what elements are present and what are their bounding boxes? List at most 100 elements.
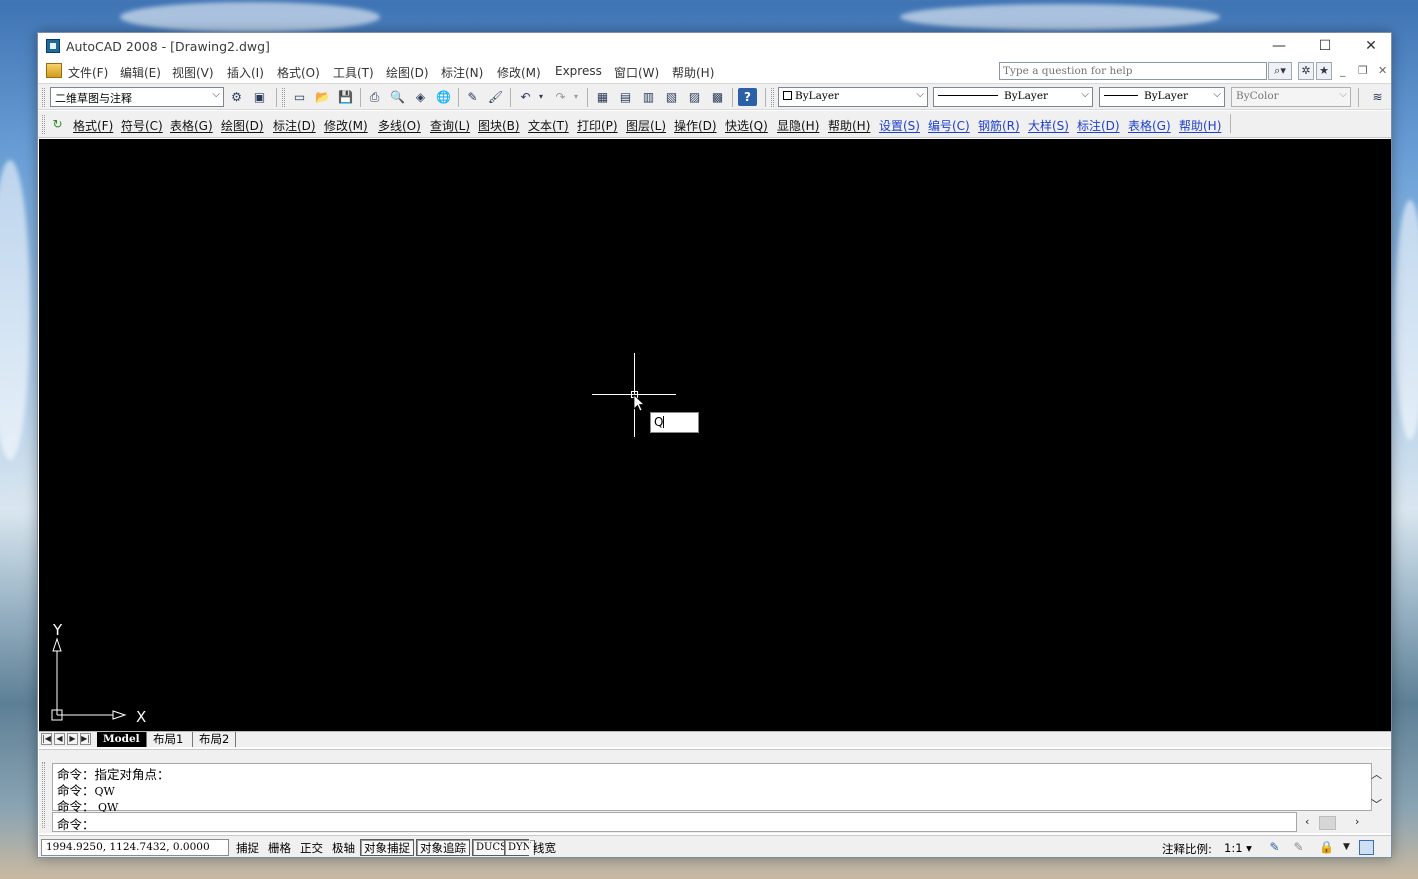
menu-view[interactable]: 视图(V) bbox=[172, 64, 214, 81]
command-window-grip[interactable] bbox=[42, 762, 45, 828]
doc-restore-button[interactable]: ❐ bbox=[1358, 64, 1368, 77]
command-input-row[interactable]: 命令： bbox=[52, 812, 1297, 832]
toggle-ortho[interactable]: 正交 bbox=[296, 839, 327, 856]
pencil-icon[interactable]: ✎ bbox=[463, 88, 482, 106]
scroll-down-icon[interactable]: ﹀ bbox=[1371, 796, 1382, 812]
plugin-menu-show-hide[interactable]: 显隐(H) bbox=[777, 117, 819, 134]
autocad-app-icon[interactable] bbox=[46, 39, 60, 53]
plugin-menu-help[interactable]: 帮助(H) bbox=[828, 117, 870, 134]
plugin-menu-settings[interactable]: 设置(S) bbox=[879, 117, 920, 134]
plugin-menu-rebar[interactable]: 钢筋(R) bbox=[978, 117, 1020, 134]
search-icon[interactable]: ⌕▾ bbox=[1268, 62, 1292, 80]
toolbar-grip[interactable] bbox=[282, 88, 285, 107]
redo-dropdown-icon[interactable]: ▾ bbox=[571, 88, 581, 106]
plugin-menu-detail[interactable]: 大样(S) bbox=[1028, 117, 1069, 134]
new-file-icon[interactable]: ▭ bbox=[290, 88, 309, 106]
linetype-select[interactable]: ByLayer ⌵ bbox=[933, 87, 1093, 107]
scroll-left-icon[interactable]: ‹ bbox=[1305, 815, 1309, 828]
redo-icon[interactable]: ↷ bbox=[551, 88, 570, 106]
annotation-visibility-icon[interactable]: ✎ bbox=[1267, 840, 1282, 855]
tab-first-button[interactable]: |◀ bbox=[41, 733, 52, 745]
plugin-menu-multiline[interactable]: 多线(O) bbox=[378, 117, 421, 134]
plugin-menu-modify[interactable]: 修改(M) bbox=[324, 117, 368, 134]
plugin-menu-help-blue[interactable]: 帮助(H) bbox=[1179, 117, 1221, 134]
undo-icon[interactable]: ↶ bbox=[516, 88, 535, 106]
plugin-menu-dimension-blue[interactable]: 标注(D) bbox=[1077, 117, 1120, 134]
plugin-menu-format[interactable]: 格式(F) bbox=[73, 117, 113, 134]
plugin-menu-block[interactable]: 图块(B) bbox=[478, 117, 520, 134]
undo-dropdown-icon[interactable]: ▾ bbox=[536, 88, 546, 106]
help-search-input[interactable] bbox=[999, 62, 1267, 80]
workspace-select[interactable]: 二维草图与注释 ⌵ bbox=[50, 87, 224, 107]
toggle-osnap[interactable]: 对象捕捉 bbox=[360, 839, 414, 856]
plot-preview-icon[interactable]: 🔍 bbox=[388, 88, 407, 106]
status-menu-chevron-icon[interactable]: ▼ bbox=[1339, 840, 1354, 855]
tab-model[interactable]: Model bbox=[97, 732, 146, 747]
menu-dimension[interactable]: 标注(N) bbox=[441, 64, 483, 81]
workspace-save-icon[interactable]: ▣ bbox=[250, 88, 269, 106]
markup-icon[interactable]: ▨ bbox=[685, 88, 704, 106]
plugin-menu-layer[interactable]: 图层(L) bbox=[626, 117, 666, 134]
toolbar-grip[interactable] bbox=[771, 88, 774, 107]
toolbar-grip[interactable] bbox=[42, 115, 45, 134]
refresh-icon[interactable]: ↻ bbox=[48, 115, 67, 133]
plugin-menu-print[interactable]: 打印(P) bbox=[577, 117, 618, 134]
clean-screen-icon[interactable] bbox=[1359, 840, 1374, 855]
favorites-star-icon[interactable]: ★ bbox=[1316, 62, 1332, 80]
plugin-menu-draw[interactable]: 绘图(D) bbox=[221, 117, 264, 134]
tab-next-button[interactable]: ▶ bbox=[67, 733, 78, 745]
toggle-otrack[interactable]: 对象追踪 bbox=[416, 839, 470, 856]
menu-express[interactable]: Express bbox=[555, 64, 602, 78]
design-center-icon[interactable]: ▤ bbox=[616, 88, 635, 106]
save-file-icon[interactable]: 💾 bbox=[336, 88, 355, 106]
annotation-scale-value[interactable]: 1:1 ▾ bbox=[1224, 841, 1252, 855]
close-button[interactable]: ✕ bbox=[1348, 35, 1394, 57]
plugin-menu-operation[interactable]: 操作(D) bbox=[674, 117, 717, 134]
toolbar-grip[interactable] bbox=[42, 88, 45, 107]
auto-scale-icon[interactable]: ✎ bbox=[1291, 840, 1306, 855]
toggle-polar[interactable]: 极轴 bbox=[328, 839, 359, 856]
toggle-grid[interactable]: 栅格 bbox=[264, 839, 295, 856]
calculator-icon[interactable]: ▩ bbox=[708, 88, 727, 106]
layers-icon[interactable]: ≋ bbox=[1368, 88, 1387, 106]
help-icon[interactable]: ? bbox=[738, 88, 757, 106]
plugin-menu-symbol[interactable]: 符号(C) bbox=[121, 117, 163, 134]
menu-file[interactable]: 文件(F) bbox=[68, 64, 108, 81]
plugin-menu-table-blue[interactable]: 表格(G) bbox=[1128, 117, 1171, 134]
dynamic-input-field[interactable]: Q bbox=[650, 412, 699, 433]
menu-format[interactable]: 格式(O) bbox=[277, 64, 320, 81]
lock-icon[interactable]: 🔒 bbox=[1319, 840, 1334, 855]
sheet-set-icon[interactable]: ▧ bbox=[662, 88, 681, 106]
menu-window[interactable]: 窗口(W) bbox=[614, 64, 659, 81]
match-properties-icon[interactable]: 🖌 bbox=[486, 88, 505, 106]
menu-tools[interactable]: 工具(T) bbox=[333, 64, 374, 81]
tab-layout2[interactable]: 布局2 bbox=[192, 732, 237, 747]
publish-icon[interactable]: ◈ bbox=[411, 88, 430, 106]
tool-palettes-icon[interactable]: ▥ bbox=[639, 88, 658, 106]
plugin-menu-numbering[interactable]: 编号(C) bbox=[928, 117, 970, 134]
menu-edit[interactable]: 编辑(E) bbox=[120, 64, 161, 81]
plot-icon[interactable]: ⎙ bbox=[365, 88, 384, 106]
workspace-settings-icon[interactable]: ⚙ bbox=[227, 88, 246, 106]
plugin-menu-dimension[interactable]: 标注(D) bbox=[273, 117, 316, 134]
plugin-menu-text[interactable]: 文本(T) bbox=[528, 117, 569, 134]
scroll-up-icon[interactable]: ︿ bbox=[1371, 766, 1382, 782]
maximize-button[interactable]: ☐ bbox=[1302, 35, 1348, 57]
drawing-canvas[interactable]: Q Y X bbox=[39, 139, 1391, 731]
toggle-snap[interactable]: 捕捉 bbox=[232, 839, 263, 856]
doc-minimize-button[interactable]: _ bbox=[1340, 64, 1346, 77]
minimize-button[interactable]: — bbox=[1256, 35, 1302, 57]
scroll-right-icon[interactable]: › bbox=[1355, 815, 1359, 828]
plugin-menu-table[interactable]: 表格(G) bbox=[170, 117, 213, 134]
plotstyle-select[interactable]: ByColor ⌵ bbox=[1231, 87, 1351, 107]
doc-close-button[interactable]: ✕ bbox=[1378, 64, 1387, 77]
tab-layout1[interactable]: 布局1 bbox=[146, 732, 189, 747]
communication-center-icon[interactable]: ✲ bbox=[1298, 62, 1314, 80]
plugin-menu-query[interactable]: 查询(L) bbox=[430, 117, 470, 134]
layer-color-select[interactable]: ByLayer ⌵ bbox=[778, 87, 928, 107]
document-icon[interactable] bbox=[46, 63, 62, 78]
menu-insert[interactable]: 插入(I) bbox=[227, 64, 264, 81]
tab-last-button[interactable]: ▶| bbox=[80, 733, 91, 745]
publish-web-icon[interactable]: 🌐 bbox=[434, 88, 453, 106]
properties-icon[interactable]: ▦ bbox=[593, 88, 612, 106]
